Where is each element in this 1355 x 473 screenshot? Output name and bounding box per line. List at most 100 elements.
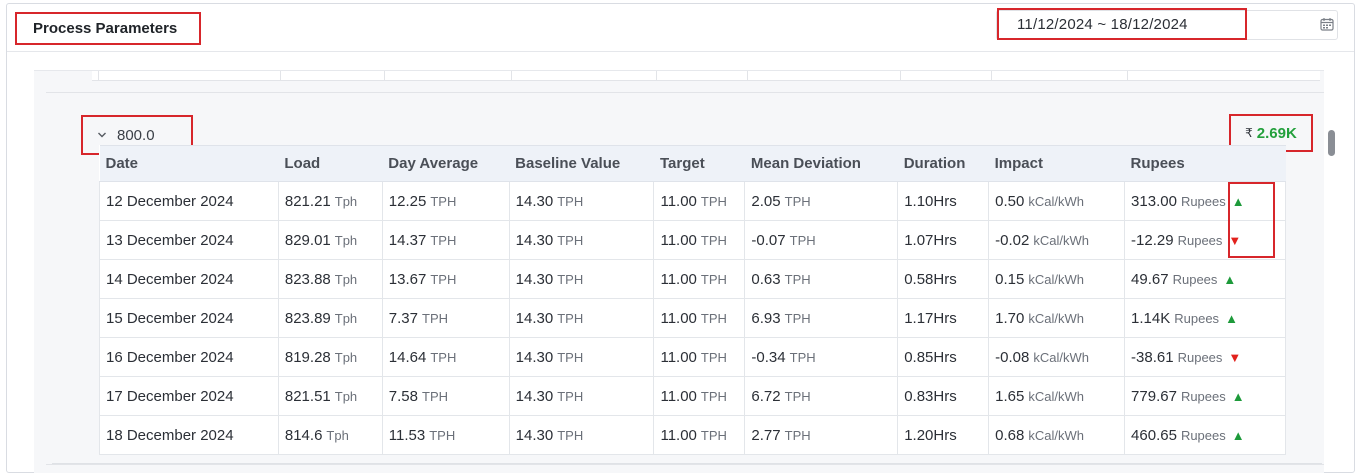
cell-load-value: 823.88 (284, 270, 331, 288)
cell-rupees-value: 460.65 (1131, 426, 1177, 444)
cell-rupees-unit: Rupees (1180, 193, 1226, 209)
cell-rupees-unit: Rupees (1180, 388, 1226, 404)
cell-rupees: 460.65 Rupees ▲ (1124, 415, 1286, 455)
column-header-duration[interactable]: Duration (897, 145, 989, 182)
column-header-baseline-value[interactable]: Baseline Value (509, 145, 654, 182)
cell-duration: 1.07Hrs (897, 220, 990, 260)
cell-target-value: 11.00 (660, 231, 697, 249)
cell-impact-value: 0.15 (995, 270, 1025, 288)
cell-impact-value: 0.68 (995, 426, 1025, 444)
cell-load-value: 821.51 (284, 387, 331, 405)
table-row: 13 December 2024 829.01 Tph 14.37 TPH 14.30 TP… (99, 220, 1286, 260)
cell-target-unit: TPH (700, 349, 727, 365)
cell-rupees-unit: Rupees (1172, 271, 1218, 287)
table-row: 15 December 2024 823.89 Tph 7.37 TPH 14.30 TPH… (99, 298, 1286, 338)
group-label: 800.0 (117, 126, 155, 144)
cell-baseline-value: 14.30 TPH (509, 298, 655, 338)
cell-load: 823.89 Tph (278, 298, 383, 338)
cell-rupees-unit: Rupees (1177, 232, 1223, 248)
cell-load-unit: Tph (334, 388, 358, 404)
cell-target-value: 11.00 (660, 348, 697, 366)
cell-impact: 0.15 kCal/kWh (988, 259, 1126, 299)
cell-baseline-value-unit: TPH (557, 349, 584, 365)
cell-rupees-value: 313.00 (1131, 192, 1177, 210)
cell-impact-unit: kCal/kWh (1028, 388, 1084, 404)
cell-day-average-value: 12.25 (388, 192, 427, 210)
cell-baseline-value: 14.30 TPH (509, 181, 655, 221)
cell-impact: -0.08 kCal/kWh (988, 337, 1126, 377)
column-divider (384, 71, 385, 81)
column-header-impact[interactable]: Impact (988, 145, 1125, 182)
vertical-scrollbar[interactable] (1328, 130, 1335, 156)
cell-target-unit: TPH (700, 271, 727, 287)
cell-day-average-unit: TPH (429, 427, 456, 443)
cell-rupees-value: 779.67 (1131, 387, 1177, 405)
cell-baseline-value-value: 14.30 (515, 309, 554, 327)
cell-mean-deviation-unit: TPH (789, 349, 816, 365)
rupee-symbol: ₹ (1245, 126, 1253, 140)
cell-impact-unit: kCal/kWh (1033, 232, 1089, 248)
cell-day-average-value: 7.58 (388, 387, 418, 405)
cell-duration: 1.10Hrs (897, 181, 990, 221)
cell-duration-value: 1.07Hrs (904, 231, 957, 249)
column-divider (991, 71, 992, 81)
cell-rupees-unit: Rupees (1177, 349, 1223, 365)
cell-load-unit: Tph (334, 310, 358, 326)
cell-load-value: 829.01 (284, 231, 331, 249)
cell-day-average-value: 14.37 (388, 231, 427, 249)
card-title: Process Parameters (33, 20, 178, 37)
triangle-up-icon: ▲ (1231, 427, 1245, 443)
cell-mean-deviation: 6.72 TPH (744, 376, 899, 416)
column-divider (511, 71, 512, 81)
cell-mean-deviation: 6.93 TPH (744, 298, 899, 338)
column-header-date[interactable]: Date (99, 145, 279, 182)
cell-day-average-value: 13.67 (388, 270, 427, 288)
column-header-mean-deviation[interactable]: Mean Deviation (744, 145, 898, 182)
chevron-down-icon[interactable] (97, 130, 107, 140)
date-range-highlight[interactable]: 11/12/2024 ~ 18/12/2024 (997, 8, 1247, 40)
cell-mean-deviation-value: 2.05 (751, 192, 781, 210)
cell-mean-deviation: 0.63 TPH (744, 259, 899, 299)
cell-baseline-value-unit: TPH (557, 388, 584, 404)
cell-load-unit: Tph (326, 427, 349, 443)
table-row: 16 December 2024 819.28 Tph 14.64 TPH 14.30 TP… (99, 337, 1286, 377)
column-divider (656, 71, 657, 81)
cell-baseline-value: 14.30 TPH (509, 337, 655, 377)
cell-day-average: 11.53 TPH (382, 415, 510, 455)
column-divider (747, 71, 748, 81)
cell-target-unit: TPH (700, 388, 727, 404)
column-header-load[interactable]: Load (278, 145, 383, 182)
cell-baseline-value-unit: TPH (557, 193, 584, 209)
cell-impact-value: 0.50 (995, 192, 1025, 210)
cell-rupees: 1.14K Rupees ▲ (1124, 298, 1286, 338)
cell-target: 11.00 TPH (653, 181, 746, 221)
cell-load-unit: Tph (334, 193, 358, 209)
cell-target-value: 11.00 (660, 192, 697, 210)
triangle-up-icon: ▲ (1231, 388, 1245, 404)
cell-duration: 1.17Hrs (897, 298, 990, 338)
column-header-rupees[interactable]: Rupees (1124, 145, 1286, 182)
cell-mean-deviation-unit: TPH (784, 427, 811, 443)
cell-baseline-value-value: 14.30 (515, 231, 554, 249)
cell-load: 814.6 Tph (278, 415, 383, 455)
cell-impact-unit: kCal/kWh (1028, 310, 1084, 326)
cell-baseline-value-value: 14.30 (515, 270, 554, 288)
cell-date: 12 December 2024 (99, 181, 279, 221)
cell-day-average-value: 11.53 (388, 426, 426, 444)
cell-load-unit: Tph (334, 271, 358, 287)
cell-mean-deviation-value: 2.77 (751, 426, 781, 444)
cell-load-value: 823.89 (284, 309, 331, 327)
cell-duration-value: 0.83Hrs (904, 387, 957, 405)
cell-day-average-unit: TPH (430, 349, 457, 365)
cell-target-value: 11.00 (660, 387, 697, 405)
cell-day-average: 7.37 TPH (382, 298, 510, 338)
cell-day-average: 12.25 TPH (382, 181, 510, 221)
column-header-target[interactable]: Target (653, 145, 745, 182)
previous-table-row-edge (92, 71, 1320, 81)
cell-impact-value: -0.02 (995, 231, 1030, 249)
column-header-day-average[interactable]: Day Average (382, 145, 510, 182)
cell-day-average-value: 14.64 (388, 348, 427, 366)
calendar-icon[interactable] (1320, 17, 1334, 31)
table-row: 18 December 2024 814.6 Tph 11.53 TPH 14.30 TPH… (99, 415, 1286, 455)
cell-baseline-value-unit: TPH (557, 232, 584, 248)
